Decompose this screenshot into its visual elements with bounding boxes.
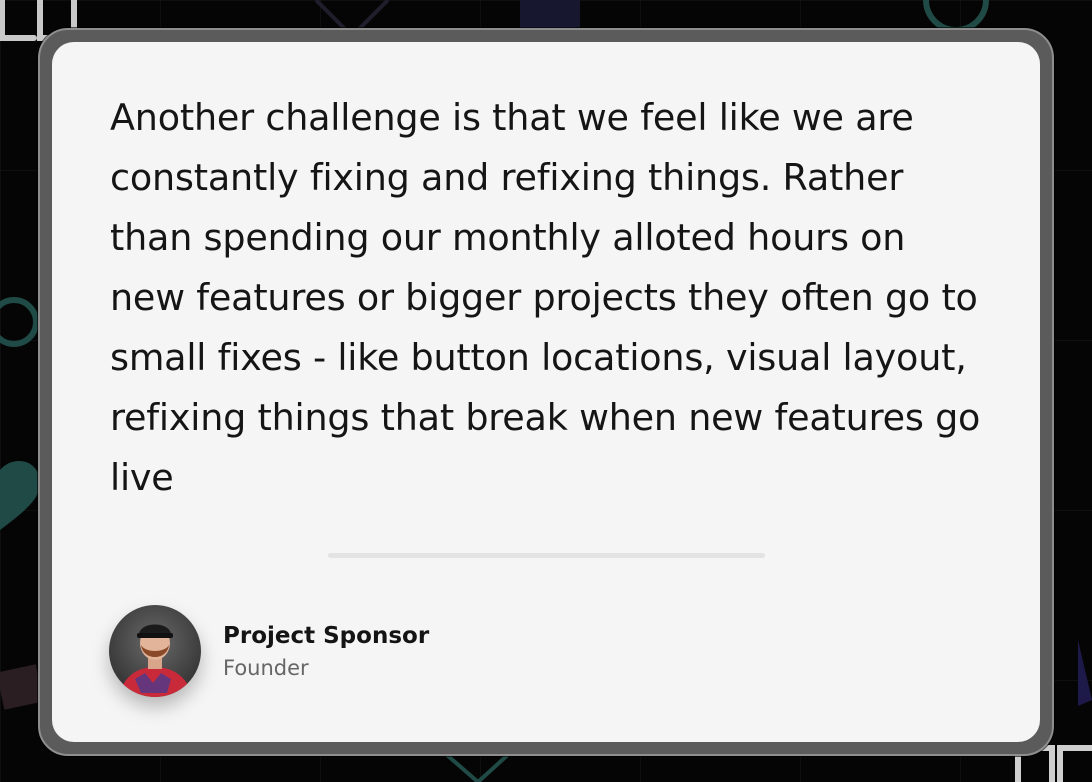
divider <box>328 553 765 558</box>
testimonial-quote: Another challenge is that we feel like w… <box>110 96 981 499</box>
testimonial-author: Project Sponsor Founder <box>109 605 429 697</box>
triangle-icon <box>1078 640 1092 706</box>
testimonial-card: Another challenge is that we feel like w… <box>52 42 1040 742</box>
author-name: Project Sponsor <box>223 623 430 649</box>
author-role: Founder <box>223 656 309 680</box>
square-outline-icon <box>520 0 580 28</box>
avatar-image <box>109 605 201 697</box>
heart-icon <box>0 460 40 530</box>
circle-outline-icon <box>923 0 989 33</box>
square-outline-icon <box>0 664 44 710</box>
avatar <box>109 605 201 697</box>
author-meta: Project Sponsor Founder <box>223 622 429 680</box>
circle-outline-icon <box>0 297 39 347</box>
